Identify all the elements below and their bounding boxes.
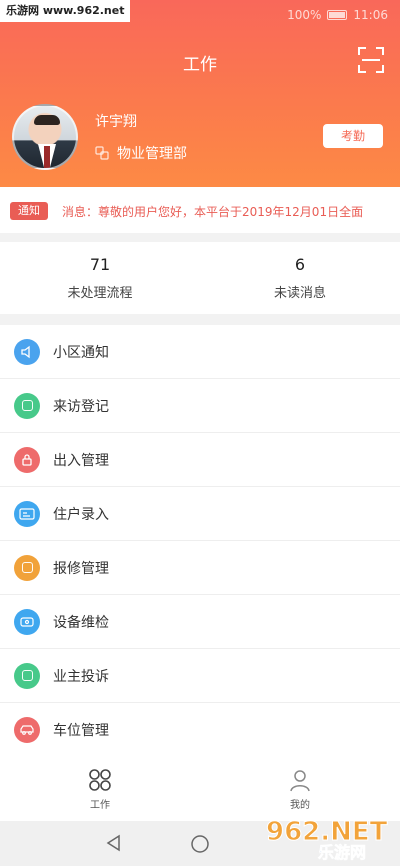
id-card-icon xyxy=(14,500,40,527)
attendance-button[interactable]: 考勤 xyxy=(323,124,383,148)
grid-icon xyxy=(89,768,111,791)
status-bar: 100% 11:06 xyxy=(287,8,388,22)
menu-item-repair-management[interactable]: 报修管理 xyxy=(0,541,400,595)
tab-label: 工作 xyxy=(90,799,110,811)
device-glyph xyxy=(20,616,34,627)
menu-label: 业主投诉 xyxy=(53,668,109,685)
speaker-icon xyxy=(14,338,40,365)
menu-item-visitor-register[interactable]: 来访登记 xyxy=(0,379,400,433)
menu-label: 住户录入 xyxy=(53,506,109,523)
menu-item-access-management[interactable]: 出入管理 xyxy=(0,433,400,487)
menu-label: 报修管理 xyxy=(53,560,109,577)
menu-label: 出入管理 xyxy=(53,452,109,469)
person-icon xyxy=(290,769,310,791)
stat-unread-label: 未读消息 xyxy=(273,286,326,301)
menu-item-parking-management[interactable]: 车位管理 xyxy=(0,703,400,757)
car-icon xyxy=(14,717,40,743)
stat-pending-processes[interactable]: 71 未处理流程 xyxy=(0,242,200,314)
user-name: 许宇翔 xyxy=(95,114,137,130)
avatar-tie xyxy=(44,146,50,168)
complaint-glyph xyxy=(21,670,33,681)
watermark: 乐游网 www.962.net xyxy=(0,0,131,22)
menu-item-community-notice[interactable]: 小区通知 xyxy=(0,325,400,379)
device-icon xyxy=(14,608,40,635)
stat-unread-value: 6 xyxy=(294,255,306,274)
complaint-icon xyxy=(14,662,40,689)
car-glyph xyxy=(20,725,34,735)
menu-item-resident-entry[interactable]: 住户录入 xyxy=(0,487,400,541)
id-card-glyph xyxy=(19,507,35,520)
back-icon[interactable] xyxy=(105,834,123,852)
register-icon xyxy=(14,392,40,419)
menu-item-owner-complaint[interactable]: 业主投诉 xyxy=(0,649,400,703)
brand-logo: 962.NET 乐游网 xyxy=(266,817,389,863)
home-icon[interactable] xyxy=(190,834,210,854)
function-menu: 小区通知 来访登记 出入管理 住户录入 报修管理 设备维检 业主投诉 车位管理 xyxy=(0,325,400,757)
department-row: 物业管理部 xyxy=(95,143,187,163)
stats-panel: 71 未处理流程 6 未读消息 xyxy=(0,242,400,314)
brand-name-text: 乐游网 xyxy=(318,843,366,862)
department-icon xyxy=(95,146,109,160)
scan-button[interactable] xyxy=(357,46,385,74)
battery-percent: 100% xyxy=(287,8,322,22)
avatar[interactable] xyxy=(12,104,78,170)
register-glyph xyxy=(21,400,33,411)
scan-icon xyxy=(358,47,384,73)
avatar-hair xyxy=(34,115,60,125)
menu-label: 车位管理 xyxy=(53,723,109,739)
page-title: 工作 xyxy=(183,55,217,75)
status-time: 11:06 xyxy=(353,8,388,22)
wrench-icon xyxy=(14,554,40,581)
notice-text: 消息：尊敬的用户您好，本平台于2019年12月01日全面 xyxy=(62,205,364,219)
stat-pending-label: 未处理流程 xyxy=(67,286,133,301)
wrench-glyph xyxy=(21,562,33,573)
menu-label: 设备维检 xyxy=(53,614,109,631)
tab-work[interactable]: 工作 xyxy=(0,757,200,821)
speaker-glyph xyxy=(21,345,30,358)
tab-label: 我的 xyxy=(290,799,310,811)
department-label: 物业管理部 xyxy=(117,146,187,162)
header: 100% 11:06 工作 许宇翔 物业管理部 考勤 xyxy=(0,0,400,187)
lock-icon xyxy=(14,446,40,473)
stat-unread-messages[interactable]: 6 未读消息 xyxy=(200,242,400,314)
battery-icon xyxy=(327,10,348,20)
menu-label: 来访登记 xyxy=(53,398,109,415)
lock-glyph xyxy=(22,453,32,466)
notice-tag: 通知 xyxy=(10,202,48,220)
notice-bar[interactable]: 通知 消息：尊敬的用户您好，本平台于2019年12月01日全面 xyxy=(0,187,400,233)
brand-watermark: 962.NET 乐游网 xyxy=(262,812,396,863)
menu-item-equipment-inspection[interactable]: 设备维检 xyxy=(0,595,400,649)
stat-pending-value: 71 xyxy=(89,255,111,274)
menu-label: 小区通知 xyxy=(53,344,109,361)
